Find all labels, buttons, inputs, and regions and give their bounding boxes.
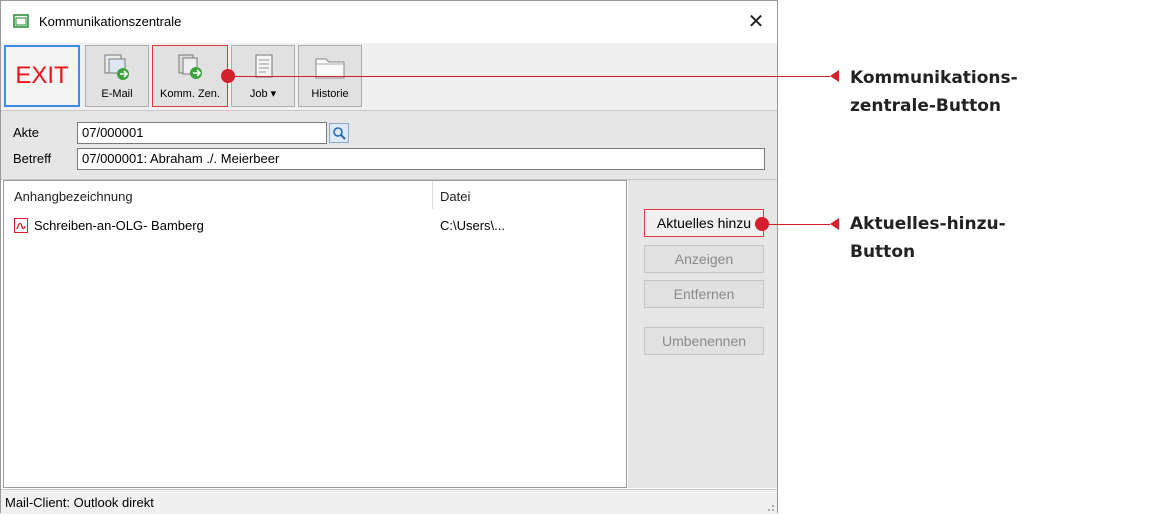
akte-input[interactable]: 07/000001 [77, 122, 327, 144]
callout-line-komm [230, 76, 830, 77]
callout-dot-komm [221, 69, 235, 83]
komm-zen-button[interactable]: Komm. Zen. [152, 45, 228, 107]
komm-zen-label: Komm. Zen. [160, 88, 220, 100]
callout-komm-line2: zentrale-Button [850, 96, 1002, 116]
historie-label: Historie [311, 88, 349, 100]
job-label: Job ▾ [249, 88, 277, 100]
search-icon [333, 127, 346, 140]
callout-komm-text: Kommunikations- zentrale-Button [850, 64, 1018, 120]
close-button[interactable]: ✕ [741, 7, 771, 37]
callout-arrow-komm [830, 70, 839, 82]
aktuelles-hinzu-button[interactable]: Aktuelles hinzu [644, 209, 764, 237]
callout-dot-aktuelles [755, 217, 769, 231]
callout-akt-line1: Aktuelles-hinzu- [850, 214, 1006, 234]
job-document-icon [255, 54, 273, 78]
email-icon [104, 54, 129, 80]
betreff-label: Betreff [13, 151, 52, 166]
window-title: Kommunikationszentrale [39, 14, 182, 29]
akte-label: Akte [13, 125, 40, 140]
toolbar: EXIT E-Mail Komm. Zen. Job ▾ Historie [1, 43, 777, 111]
umbenennen-button[interactable]: Umbenennen [644, 327, 764, 355]
attachment-name: Schreiben-an-OLG- Bamberg [34, 218, 204, 233]
column-header-datei[interactable]: Datei [440, 189, 470, 204]
pdf-icon [14, 218, 28, 233]
akte-search-button[interactable] [329, 123, 349, 143]
entfernen-button[interactable]: Entfernen [644, 280, 764, 308]
column-header-anhangbezeichnung[interactable]: Anhangbezeichnung [14, 189, 133, 204]
anzeigen-button[interactable]: Anzeigen [644, 245, 764, 273]
betreff-input[interactable]: 07/000001: Abraham ./. Meierbeer [77, 148, 765, 170]
attachment-list[interactable]: Anhangbezeichnung Datei Schreiben-an-OLG… [3, 180, 627, 488]
status-text: Mail-Client: Outlook direkt [5, 495, 154, 510]
list-item[interactable]: Schreiben-an-OLG- Bamberg C:\Users\... [4, 215, 624, 237]
callout-line-aktuelles [766, 224, 830, 225]
callout-aktuelles-text: Aktuelles-hinzu- Button [850, 210, 1006, 266]
status-bar: Mail-Client: Outlook direkt [1, 489, 777, 514]
attachment-file-path: C:\Users\... [440, 218, 506, 233]
title-bar: Kommunikationszentrale ✕ [1, 1, 777, 43]
callout-arrow-aktuelles [830, 218, 839, 230]
email-button[interactable]: E-Mail [85, 45, 149, 107]
akte-betreff-panel: Akte 07/000001 Betreff 07/000001: Abraha… [1, 111, 777, 180]
resize-grip-icon[interactable] [765, 502, 775, 512]
callout-komm-line1: Kommunikations- [850, 68, 1018, 88]
email-label: E-Mail [101, 88, 133, 100]
column-divider [432, 181, 433, 209]
folder-window-icon [13, 14, 29, 28]
kommunikation-icon [178, 54, 202, 79]
folder-icon [315, 58, 345, 79]
callout-akt-line2: Button [850, 242, 916, 262]
exit-button[interactable]: EXIT [4, 45, 80, 107]
